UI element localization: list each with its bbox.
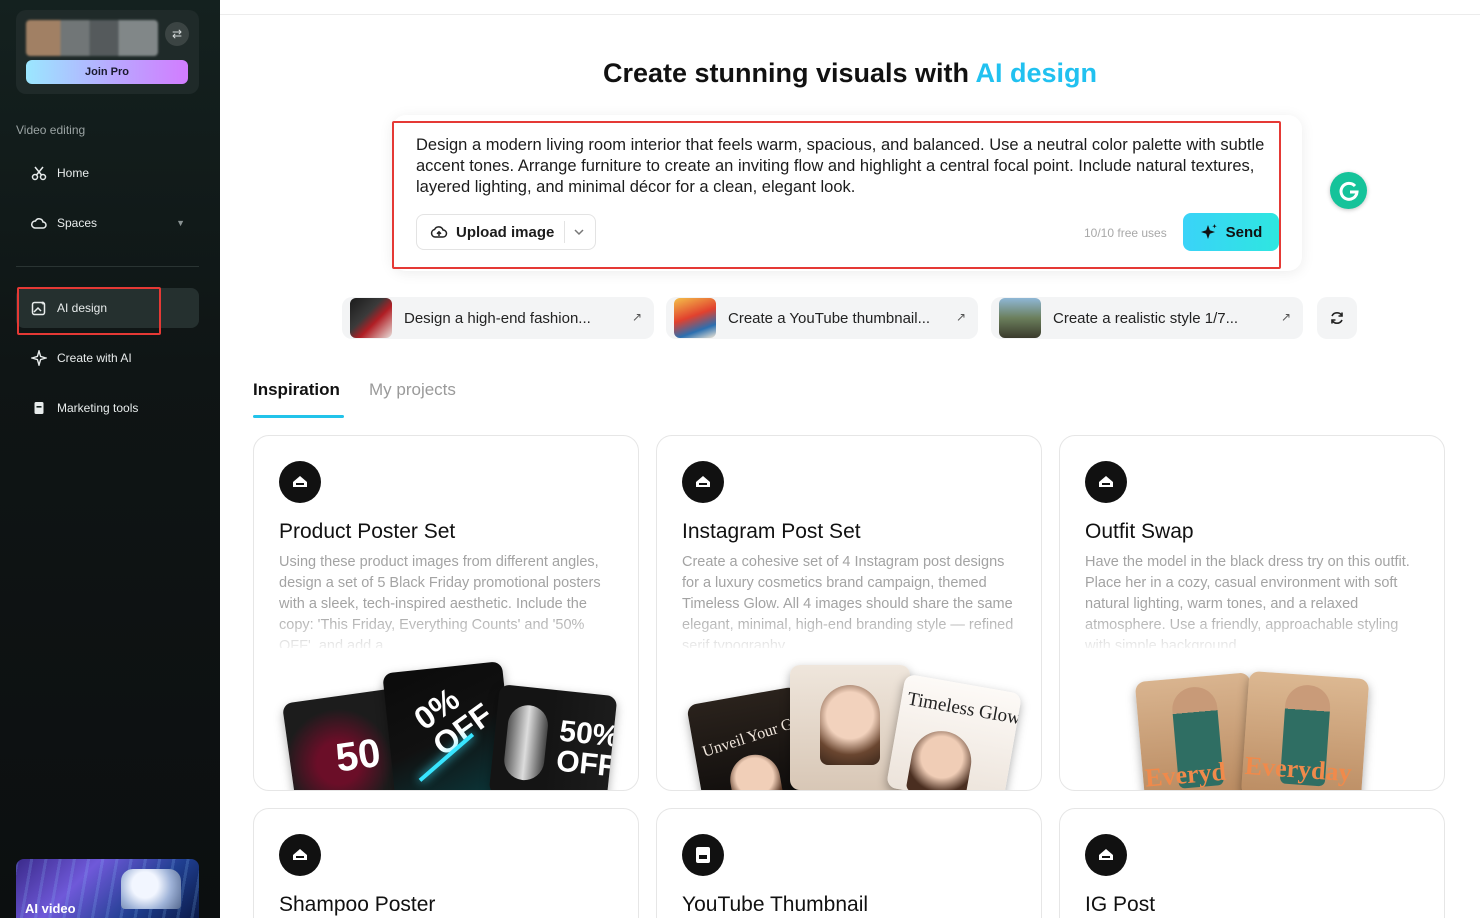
suggestion-thumbnail bbox=[350, 298, 392, 338]
design-icon bbox=[1085, 834, 1127, 876]
suggestion-thumbnail bbox=[999, 298, 1041, 338]
sidebar-item-ai-design[interactable]: AI design bbox=[16, 288, 199, 328]
arrow-up-right-icon: ↗ bbox=[1280, 310, 1291, 324]
sidebar-item-label: Spaces bbox=[57, 216, 98, 230]
divider bbox=[220, 14, 1480, 15]
arrow-up-right-icon: ↗ bbox=[631, 310, 642, 324]
tab-inspiration[interactable]: Inspiration bbox=[253, 380, 340, 400]
card-title: IG Post bbox=[1085, 893, 1156, 916]
design-icon bbox=[279, 461, 321, 503]
upload-image-button[interactable]: Upload image bbox=[416, 214, 596, 250]
template-card[interactable]: Instagram Post Set Create a cohesive set… bbox=[656, 435, 1042, 791]
template-card[interactable]: Shampoo Poster bbox=[253, 808, 639, 918]
chevron-down-icon[interactable]: ▼ bbox=[176, 218, 185, 228]
prompt-input[interactable]: Design a modern living room interior tha… bbox=[416, 135, 1266, 198]
suggestion-chip[interactable]: Create a YouTube thumbnail... ↗ bbox=[666, 297, 978, 339]
card-preview-image: Unveil Your Gl Timeless Glow bbox=[657, 665, 1041, 790]
card-title: Outfit Swap bbox=[1085, 520, 1194, 543]
card-preview-image: Everyd Everyday bbox=[1060, 665, 1444, 790]
sidebar-item-spaces[interactable]: Spaces ▼ bbox=[16, 203, 199, 243]
scissors-icon bbox=[30, 164, 48, 182]
card-title: YouTube Thumbnail bbox=[682, 893, 869, 916]
sparkle-icon bbox=[1200, 223, 1218, 241]
design-icon bbox=[279, 834, 321, 876]
suggestion-chip[interactable]: Create a realistic style 1/7... ↗ bbox=[991, 297, 1303, 339]
send-button[interactable]: Send bbox=[1183, 213, 1279, 251]
upload-image-label: Upload image bbox=[456, 223, 555, 241]
account-card: ⇄ Join Pro bbox=[16, 10, 199, 94]
grammarly-icon[interactable] bbox=[1330, 172, 1367, 209]
tab-my-projects[interactable]: My projects bbox=[369, 380, 456, 400]
sidebar-item-label: Marketing tools bbox=[57, 401, 139, 415]
sidebar-item-label: Home bbox=[57, 166, 90, 180]
card-preview-image: 50 0% OFF 50% OFF bbox=[254, 661, 638, 790]
template-card[interactable]: Outfit Swap Have the model in the black … bbox=[1059, 435, 1445, 791]
design-icon bbox=[682, 461, 724, 503]
prompt-box: Design a modern living room interior tha… bbox=[392, 115, 1302, 271]
sidebar-item-label: Create with AI bbox=[57, 351, 132, 365]
design-icon bbox=[1085, 461, 1127, 503]
page-title: Create stunning visuals with AI design bbox=[602, 58, 1098, 88]
arrow-up-right-icon: ↗ bbox=[955, 310, 966, 324]
sidebar: ⇄ Join Pro Video editing Home Spaces ▼ A… bbox=[0, 0, 220, 918]
free-uses-counter: 10/10 free uses bbox=[1084, 226, 1167, 240]
cloud-upload-icon bbox=[430, 224, 448, 240]
promo-label: AI video bbox=[25, 901, 76, 916]
refresh-icon[interactable] bbox=[1317, 297, 1357, 339]
sidebar-item-label: AI design bbox=[57, 301, 108, 315]
suggestion-chip[interactable]: Design a high-end fashion... ↗ bbox=[342, 297, 654, 339]
robot-image bbox=[121, 869, 181, 909]
template-card[interactable]: YouTube Thumbnail bbox=[656, 808, 1042, 918]
sidebar-item-home[interactable]: Home bbox=[16, 153, 199, 193]
thumbnail-icon bbox=[682, 834, 724, 876]
sidebar-item-create-with-ai[interactable]: Create with AI bbox=[16, 338, 199, 378]
card-title: Shampoo Poster bbox=[279, 893, 436, 916]
sparkle-icon bbox=[30, 349, 48, 367]
main-content: Create stunning visuals with AI design D… bbox=[220, 0, 1480, 918]
template-card[interactable]: IG Post bbox=[1059, 808, 1445, 918]
card-title: Product Poster Set bbox=[279, 520, 456, 543]
ai-video-promo[interactable]: AI video bbox=[16, 859, 199, 918]
bag-icon bbox=[30, 399, 48, 417]
chevron-down-icon[interactable] bbox=[573, 225, 585, 242]
divider bbox=[16, 266, 199, 267]
suggestion-thumbnail bbox=[674, 298, 716, 338]
sidebar-item-marketing-tools[interactable]: Marketing tools bbox=[16, 388, 199, 428]
image-edit-icon bbox=[30, 299, 48, 317]
cloud-icon bbox=[30, 214, 48, 232]
template-card[interactable]: Product Poster Set Using these product i… bbox=[253, 435, 639, 791]
switch-account-icon[interactable]: ⇄ bbox=[165, 22, 189, 46]
section-label: Video editing bbox=[16, 123, 86, 137]
join-pro-button[interactable]: Join Pro bbox=[26, 60, 188, 84]
tab-underline bbox=[253, 415, 344, 418]
avatar[interactable] bbox=[26, 20, 158, 56]
card-title: Instagram Post Set bbox=[682, 520, 861, 543]
